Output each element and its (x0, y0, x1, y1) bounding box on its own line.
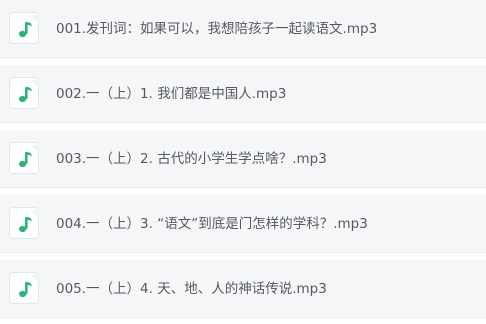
file-row[interactable]: 002.一（上）1. 我们都是中国人.mp3 (0, 65, 486, 123)
music-note-icon (9, 142, 39, 174)
file-name: 001.发刊词：如果可以，我想陪孩子一起读语文.mp3 (56, 21, 378, 37)
file-name: 005.一（上）4. 天、地、人的神话传说.mp3 (56, 281, 327, 297)
file-row[interactable]: 005.一（上）4. 天、地、人的神话传说.mp3 (0, 260, 486, 318)
file-name: 003.一（上）2. 古代的小学生学点啥？.mp3 (56, 151, 327, 167)
file-row[interactable]: 004.一（上）3. “语文”到底是门怎样的学科？.mp3 (0, 195, 486, 253)
music-note-icon (9, 207, 39, 239)
music-note-icon (9, 272, 39, 304)
file-row[interactable]: 003.一（上）2. 古代的小学生学点啥？.mp3 (0, 130, 486, 188)
file-row[interactable]: 001.发刊词：如果可以，我想陪孩子一起读语文.mp3 (0, 0, 486, 58)
file-name: 004.一（上）3. “语文”到底是门怎样的学科？.mp3 (56, 216, 368, 232)
audio-file-list: 001.发刊词：如果可以，我想陪孩子一起读语文.mp3 002.一（上）1. 我… (0, 0, 486, 324)
music-note-icon (9, 77, 39, 109)
file-name: 002.一（上）1. 我们都是中国人.mp3 (56, 86, 287, 102)
music-note-icon (9, 12, 39, 44)
